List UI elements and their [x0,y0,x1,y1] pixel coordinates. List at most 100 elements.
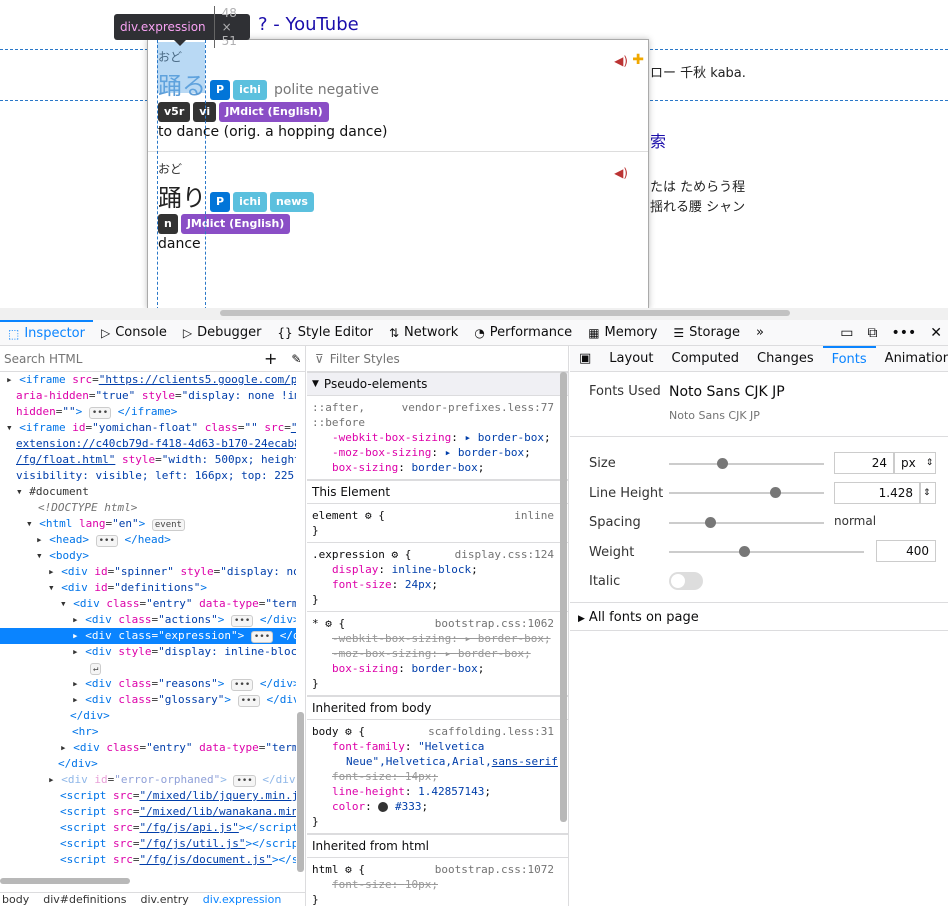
tag-list: P ichi news [210,192,314,212]
gloss: dance [158,236,201,252]
plus-icon[interactable]: ✚ [632,52,644,68]
rule-expression[interactable]: .expression ⚙ { display.css:124 display:… [307,543,568,612]
tab-performance[interactable]: ◔ Performance [466,320,580,346]
split-console-icon[interactable]: ▭ [840,325,853,341]
rule-source[interactable]: vendor-prefixes.less:77 [402,400,554,415]
header-label: Inherited from body [312,701,432,715]
weight-slider[interactable] [669,546,864,557]
tab-inspector[interactable]: ⬚ Inspector [0,319,93,346]
filter-styles-input[interactable]: ⊽ Filter Styles [307,346,568,372]
chevron-down-icon: ⇕ [923,488,931,498]
menu-icon[interactable]: ••• [891,325,916,341]
add-node-icon[interactable]: + [264,349,277,368]
side-line: 索 [650,132,667,151]
line-height-slider[interactable] [669,487,824,498]
page-viewport: ? - YouTube ロー 千秋 kaba. 索 たは ためらう程 揺れる腰 … [0,0,948,320]
weight-input[interactable]: 400 [876,540,936,562]
tab-debugger[interactable]: ▷ Debugger [175,320,270,346]
tree-horizontal-scrollbar[interactable] [0,876,296,886]
storage-icon: ☰ [673,325,685,340]
breadcrumb-item[interactable]: body [2,893,29,906]
inherited-body-header: Inherited from body [307,696,568,720]
rule-body[interactable]: body ⚙ { scaffolding.less:31 font-family… [307,720,568,834]
speaker-icon[interactable]: ◀) [614,54,628,68]
toggle-sidebar-icon[interactable]: ▣ [570,346,600,372]
tag: ichi [233,80,267,100]
rule-source[interactable]: display.css:124 [455,547,554,562]
tag: news [269,192,314,212]
search-html-input[interactable] [0,351,250,366]
tab-console[interactable]: ▷ Console [93,320,175,346]
breadcrumb-item[interactable]: div#definitions [43,893,126,906]
page-title-link[interactable]: ? - YouTube [258,14,359,35]
all-fonts-toggle[interactable]: ▶ All fonts on page [578,610,699,625]
line-height-input[interactable]: 1.428 [834,482,920,504]
font-name: Noto Sans CJK JP [669,384,785,400]
dock-icon[interactable]: ⧉ [867,325,877,341]
rule-selector: body [312,725,339,738]
pos-list: v5r vi JMdict (English) [158,102,329,122]
tab-memory[interactable]: ▦ Memory [580,320,665,346]
tab-network[interactable]: ⇅ Network [381,320,466,346]
tab-changes[interactable]: Changes [748,346,823,372]
tab-label: Network [404,325,459,340]
size-unit-select[interactable]: px ⇕ [894,452,936,474]
rule-source[interactable]: bootstrap.css:1062 [435,616,554,631]
rule-selector: * [312,617,319,630]
tab-fonts[interactable]: Fonts [822,345,876,372]
tab-layout[interactable]: Layout [600,346,662,372]
network-icon: ⇅ [388,325,400,340]
rule-element[interactable]: element ⚙ { inline } [307,504,568,543]
all-fonts-label: All fonts on page [588,610,699,625]
tab-label: Style Editor [297,325,373,340]
tab-animations[interactable]: Animations [876,346,948,372]
rule-html[interactable]: html ⚙ { bootstrap.css:1072 font-size: 1… [307,858,568,906]
braces-icon: {} [277,325,293,340]
pseudo-elements-header[interactable]: ▼ Pseudo-elements [307,372,568,396]
rule-source: inline [514,509,554,522]
side-line: ロー 千秋 kaba. [650,66,746,81]
size-slider[interactable] [669,458,824,469]
reason: polite negative [273,82,379,98]
sidebar-tabs: ▣ Layout Computed Changes Fonts Animatio… [570,345,948,372]
rule-star[interactable]: * ⚙ { bootstrap.css:1062 -webkit-box-siz… [307,612,568,696]
selected-node[interactable]: ▸ <div class="expression"> ••• </div> [0,628,296,644]
italic-toggle[interactable] [669,572,703,590]
page-horizontal-scrollbar[interactable] [0,308,948,320]
entry: おど 踊る P ichi polite negative v5r vi JMdi… [148,40,648,152]
markup-panel: + ✎ ▸ <iframe src="https://clients5.goog… [0,346,306,906]
rule-source[interactable]: scaffolding.less:31 [428,724,554,739]
speaker-icon[interactable]: ◀) [614,166,628,180]
more-tabs-icon[interactable]: » [748,320,772,346]
debugger-icon: ▷ [182,325,193,340]
entry: おど 踊り P ichi news n JMdict (English) dan… [148,152,648,264]
devtools-toolbar: ⬚ Inspector ▷ Console ▷ Debugger {} Style Ed… [0,319,948,346]
line-height-unit-select[interactable]: ⇕ [920,482,936,504]
this-element-header: This Element [307,480,568,504]
close-icon[interactable]: ✕ [930,325,942,341]
breadcrumb-item[interactable]: div.expression [203,893,282,906]
rule-pseudo[interactable]: ::after, ::before vendor-prefixes.less:7… [307,396,568,480]
header-label: This Element [312,485,391,499]
dict-tag: JMdict (English) [180,214,291,234]
memory-icon: ▦ [588,325,600,340]
rules-scrollbar[interactable] [559,372,567,906]
tab-storage[interactable]: ☰ Storage [665,320,748,346]
size-input[interactable]: 24 [834,452,894,474]
rule-source[interactable]: bootstrap.css:1072 [435,862,554,877]
inspector-icon: ⬚ [8,326,20,341]
color-swatch[interactable] [378,802,389,812]
spacing-slider[interactable] [669,517,824,528]
reading: おど [158,162,183,176]
pos-tag: n [158,214,178,234]
markup-tree[interactable]: ▸ <iframe src="https://clients5.google.c… [0,372,296,876]
tab-computed[interactable]: Computed [663,346,749,372]
breadcrumb-item[interactable]: div.entry [141,893,189,906]
performance-icon: ◔ [474,325,485,340]
tab-style-editor[interactable]: {} Style Editor [269,320,381,346]
markup-vertical-scrollbar[interactable] [296,372,304,872]
pos-list: n JMdict (English) [158,214,291,234]
eyedropper-icon[interactable]: ✎ [291,352,301,366]
highlighter-infobar: div.expression 48 × 51 [114,6,250,48]
yomichan-popup: おど 踊る P ichi polite negative v5r vi JMdi… [147,39,649,309]
